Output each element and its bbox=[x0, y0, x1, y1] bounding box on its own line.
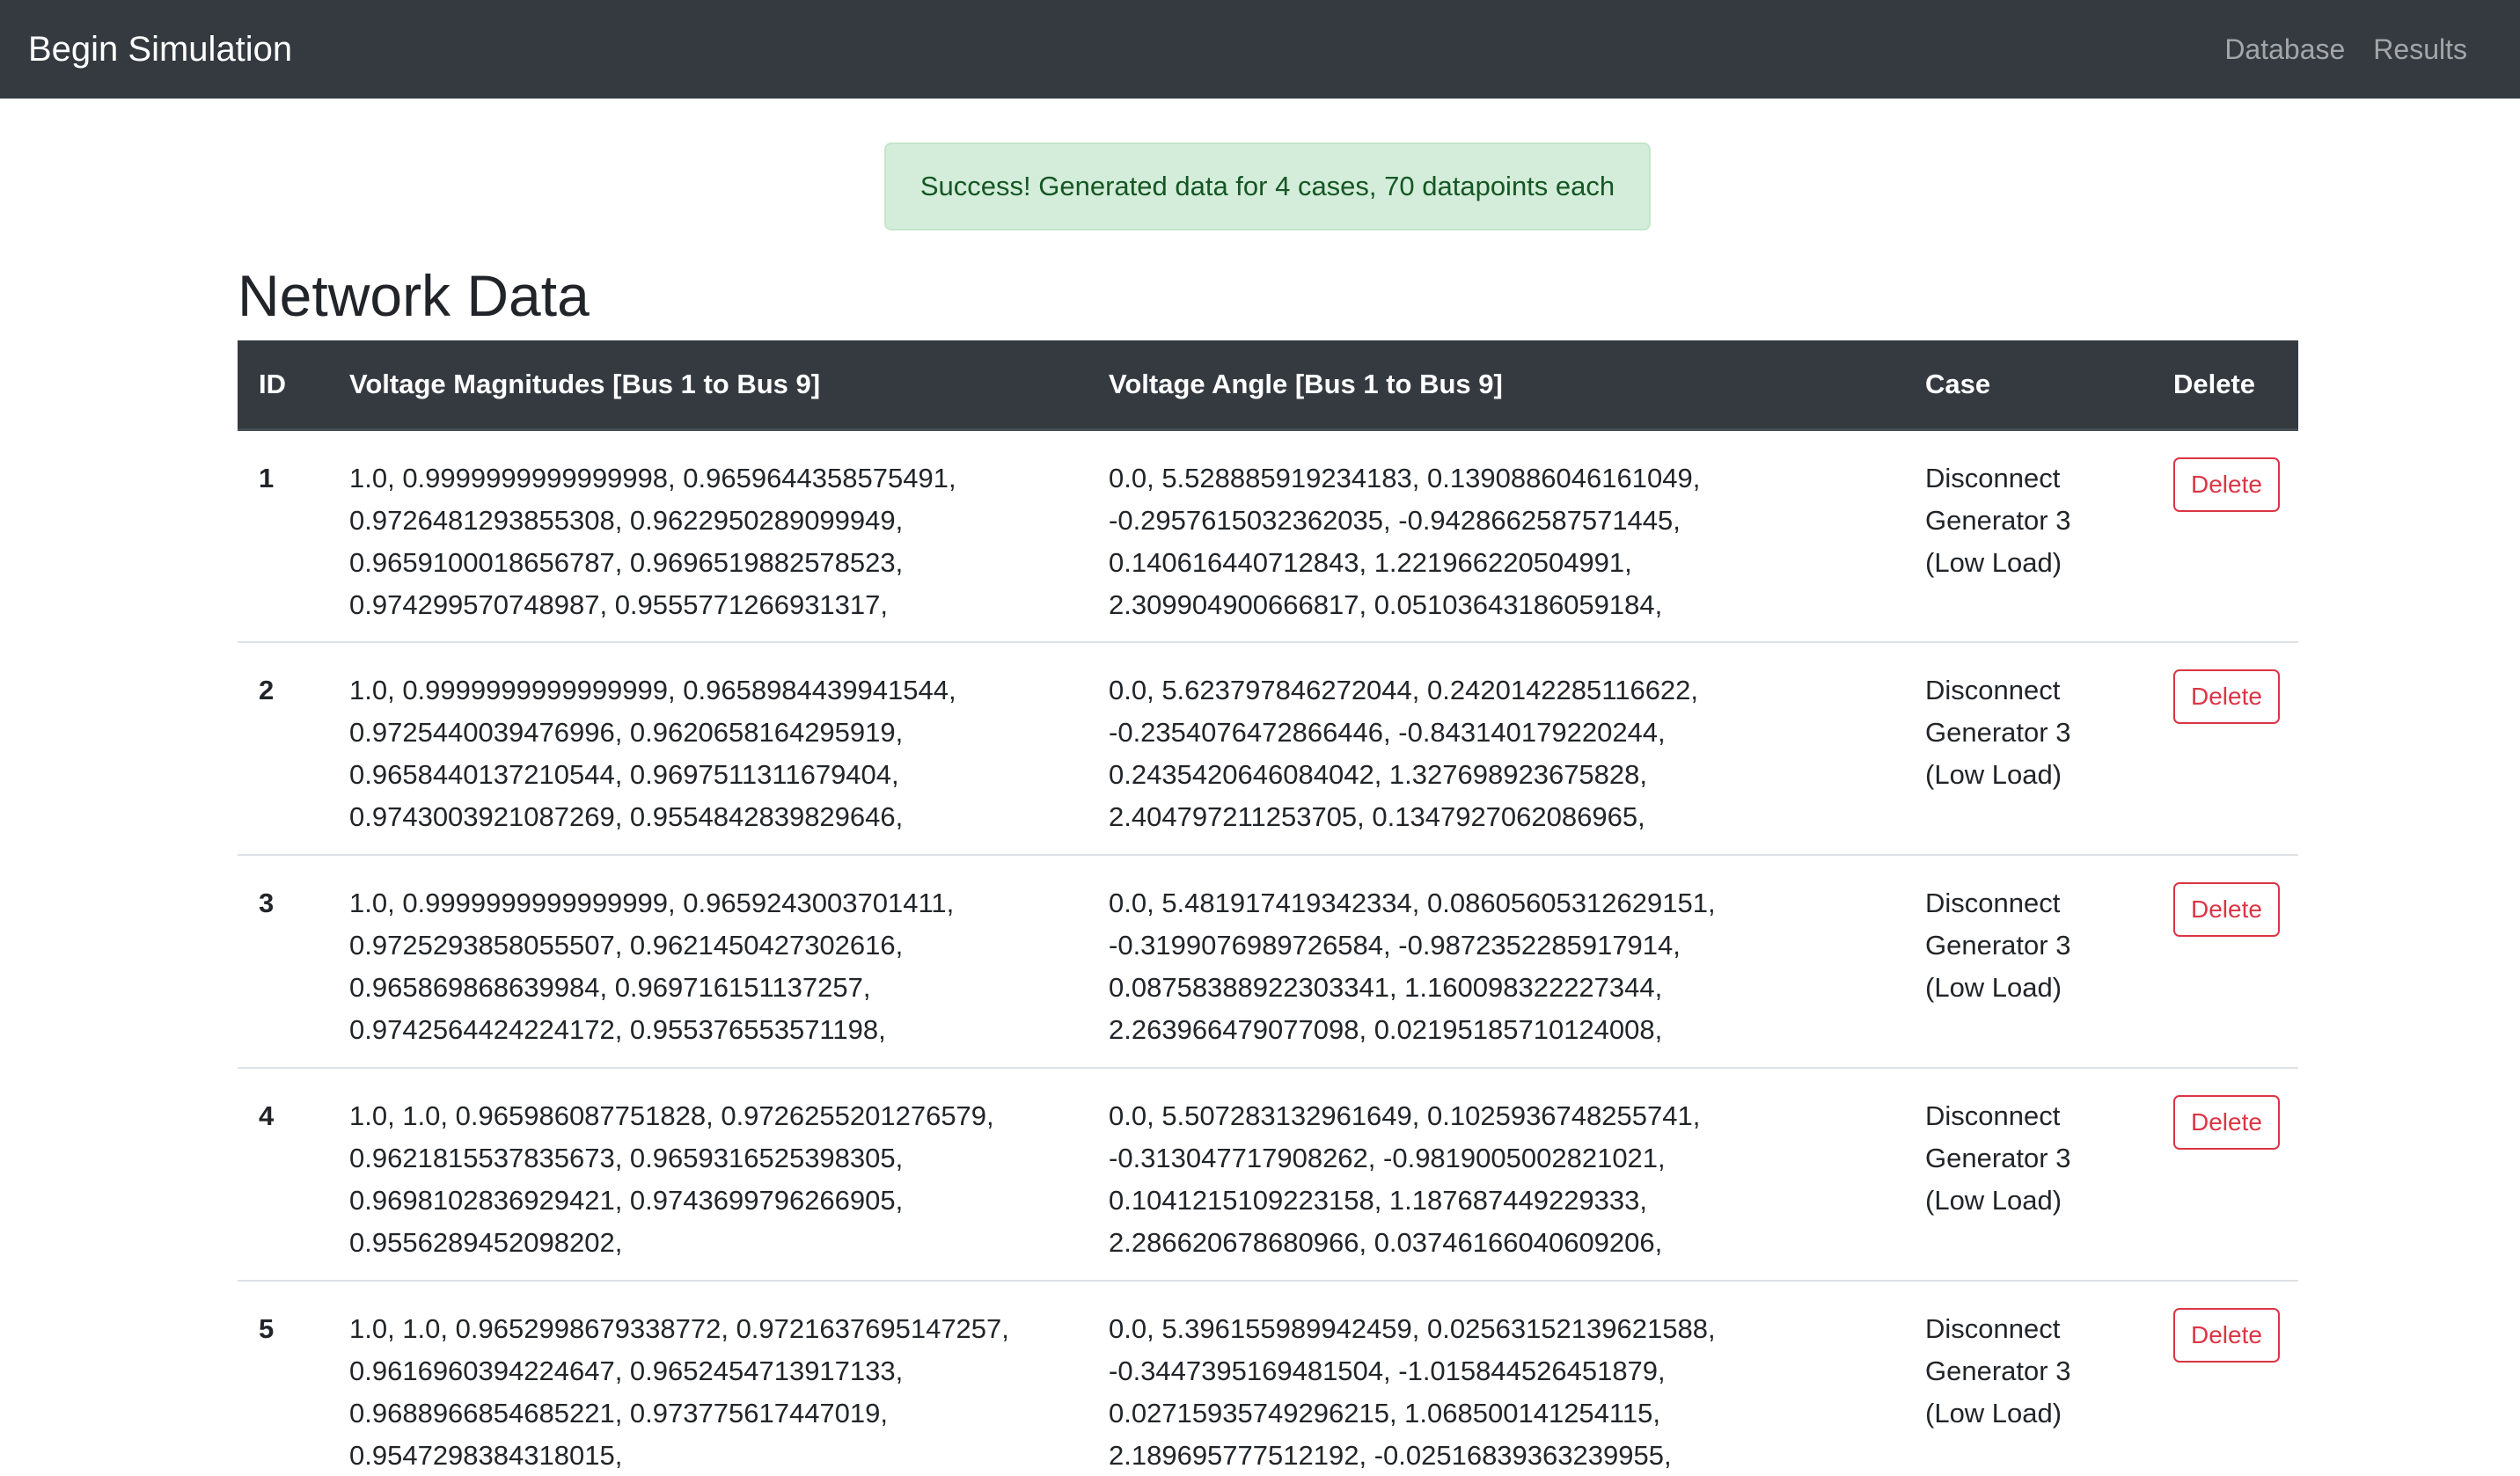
top-navbar: Begin Simulation Database Results bbox=[0, 0, 2520, 99]
row-id: 4 bbox=[259, 1100, 275, 1131]
header-id: ID bbox=[238, 340, 328, 431]
row-id: 2 bbox=[259, 675, 275, 705]
row-delete-cell: Delete bbox=[2152, 429, 2298, 642]
row-magnitudes-cell: 1.0, 0.9999999999999999, 0.9658984439941… bbox=[328, 642, 1088, 855]
page-title: Network Data bbox=[238, 263, 590, 328]
delete-button[interactable]: Delete bbox=[2173, 1095, 2280, 1150]
row-magnitudes: 1.0, 0.9999999999999998, 0.9659644358575… bbox=[349, 462, 956, 620]
delete-button[interactable]: Delete bbox=[2173, 669, 2280, 724]
table-header-row: ID Voltage Magnitudes [Bus 1 to Bus 9] V… bbox=[238, 340, 2298, 431]
header-voltage-magnitudes: Voltage Magnitudes [Bus 1 to Bus 9] bbox=[328, 340, 1088, 431]
row-magnitudes-cell: 1.0, 1.0, 0.9652998679338772, 0.97216376… bbox=[328, 1281, 1088, 1476]
row-case: Disconnect Generator 3 (Low Load) bbox=[1925, 888, 2071, 1003]
delete-button[interactable]: Delete bbox=[2173, 882, 2280, 937]
row-delete-cell: Delete bbox=[2152, 1281, 2298, 1476]
row-angles-cell: 0.0, 5.481917419342334, 0.08605605312629… bbox=[1088, 855, 1904, 1068]
header-delete: Delete bbox=[2152, 340, 2298, 431]
row-delete-cell: Delete bbox=[2152, 855, 2298, 1068]
table-row: 4 1.0, 1.0, 0.965986087751828, 0.9726255… bbox=[238, 1068, 2298, 1281]
row-angles: 0.0, 5.623797846272044, 0.24201422851166… bbox=[1109, 675, 1699, 832]
row-case: Disconnect Generator 3 (Low Load) bbox=[1925, 1313, 2071, 1429]
row-angles-cell: 0.0, 5.396155989942459, 0.02563152139621… bbox=[1088, 1281, 1904, 1476]
row-angles: 0.0, 5.528885919234183, 0.13908860461610… bbox=[1109, 462, 1701, 620]
row-delete-cell: Delete bbox=[2152, 1068, 2298, 1281]
row-delete-cell: Delete bbox=[2152, 642, 2298, 855]
table-row: 5 1.0, 1.0, 0.9652998679338772, 0.972163… bbox=[238, 1281, 2298, 1476]
header-voltage-angle: Voltage Angle [Bus 1 to Bus 9] bbox=[1088, 340, 1904, 431]
row-magnitudes-cell: 1.0, 0.9999999999999998, 0.9659644358575… bbox=[328, 429, 1088, 642]
header-case: Case bbox=[1904, 340, 2152, 431]
row-angles-cell: 0.0, 5.507283132961649, 0.10259367482557… bbox=[1088, 1068, 1904, 1281]
network-data-table: ID Voltage Magnitudes [Bus 1 to Bus 9] V… bbox=[238, 340, 2298, 1476]
row-magnitudes: 1.0, 0.9999999999999999, 0.9659243003701… bbox=[349, 888, 955, 1045]
table-row: 2 1.0, 0.9999999999999999, 0.96589844399… bbox=[238, 642, 2298, 855]
network-data-table-wrapper: ID Voltage Magnitudes [Bus 1 to Bus 9] V… bbox=[238, 340, 2298, 1476]
row-angles-cell: 0.0, 5.623797846272044, 0.24201422851166… bbox=[1088, 642, 1904, 855]
nav-links: Database Results bbox=[2224, 33, 2467, 66]
table-row: 1 1.0, 0.9999999999999998, 0.96596443585… bbox=[238, 429, 2298, 642]
row-angles: 0.0, 5.481917419342334, 0.08605605312629… bbox=[1109, 888, 1716, 1045]
nav-link-database[interactable]: Database bbox=[2224, 33, 2345, 66]
row-id: 3 bbox=[259, 888, 275, 918]
row-angles-cell: 0.0, 5.528885919234183, 0.13908860461610… bbox=[1088, 429, 1904, 642]
row-angles: 0.0, 5.507283132961649, 0.10259367482557… bbox=[1109, 1100, 1701, 1258]
row-magnitudes: 1.0, 1.0, 0.965986087751828, 0.972625520… bbox=[349, 1100, 994, 1258]
row-case: Disconnect Generator 3 (Low Load) bbox=[1925, 1100, 2071, 1216]
row-magnitudes-cell: 1.0, 0.9999999999999999, 0.9659243003701… bbox=[328, 855, 1088, 1068]
row-case: Disconnect Generator 3 (Low Load) bbox=[1925, 462, 2071, 578]
row-magnitudes: 1.0, 0.9999999999999999, 0.9658984439941… bbox=[349, 675, 956, 832]
row-id: 1 bbox=[259, 462, 275, 493]
row-id: 5 bbox=[259, 1313, 275, 1344]
row-angles: 0.0, 5.396155989942459, 0.02563152139621… bbox=[1109, 1313, 1716, 1471]
row-magnitudes-cell: 1.0, 1.0, 0.965986087751828, 0.972625520… bbox=[328, 1068, 1088, 1281]
delete-button[interactable]: Delete bbox=[2173, 1308, 2280, 1363]
brand-link[interactable]: Begin Simulation bbox=[28, 30, 292, 69]
nav-link-results[interactable]: Results bbox=[2373, 33, 2467, 66]
delete-button[interactable]: Delete bbox=[2173, 457, 2280, 512]
row-case: Disconnect Generator 3 (Low Load) bbox=[1925, 675, 2071, 790]
table-row: 3 1.0, 0.9999999999999999, 0.96592430037… bbox=[238, 855, 2298, 1068]
row-magnitudes: 1.0, 1.0, 0.9652998679338772, 0.97216376… bbox=[349, 1313, 1009, 1471]
success-alert: Success! Generated data for 4 cases, 70 … bbox=[884, 142, 1651, 230]
